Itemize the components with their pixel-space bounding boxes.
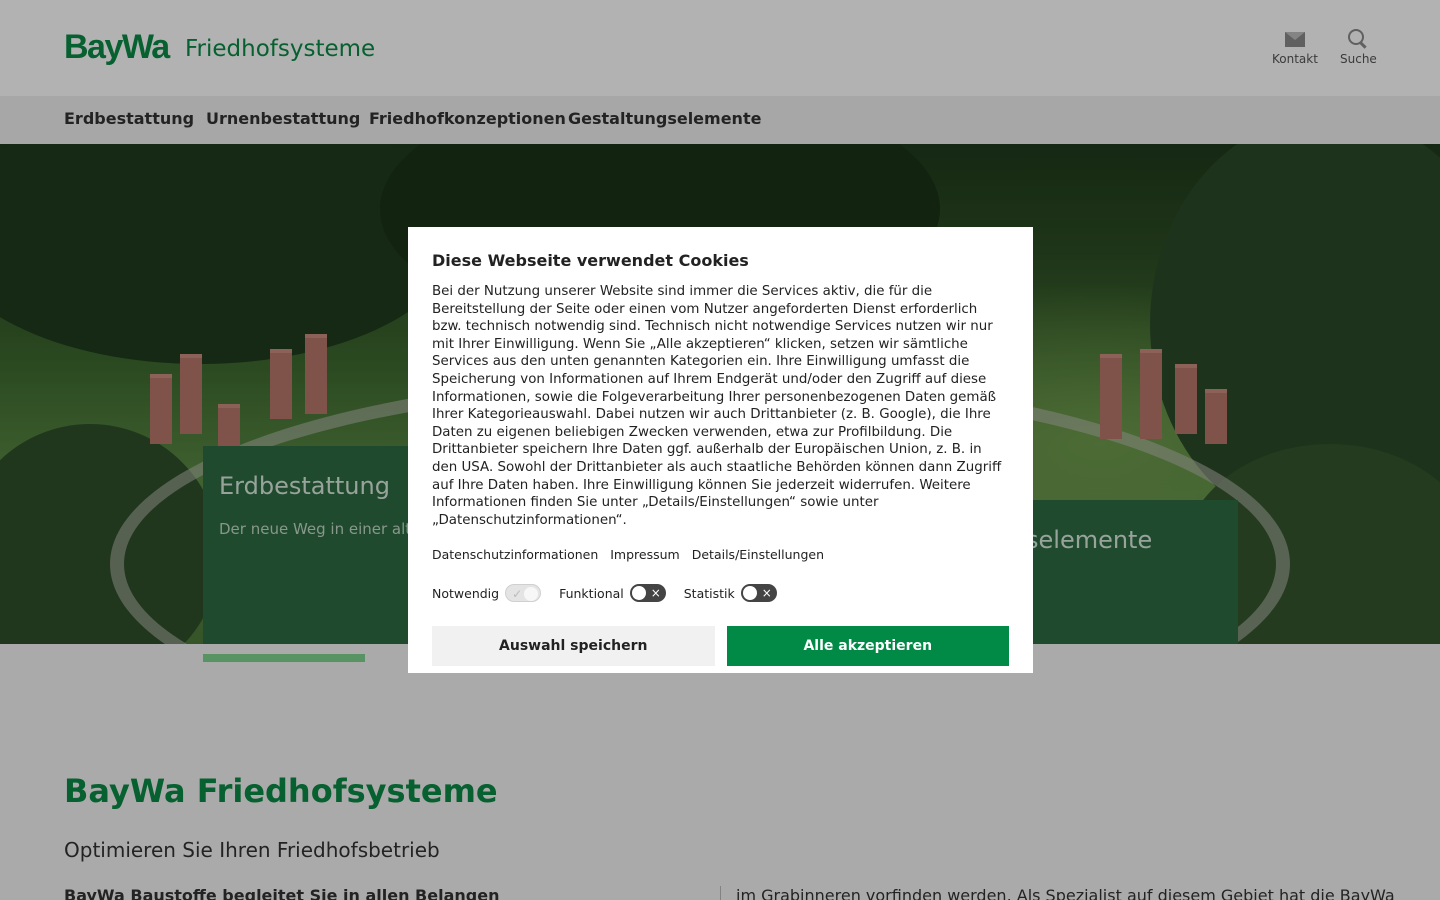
cookie-dialog-links: Datenschutzinformationen Impressum Detai… xyxy=(432,547,1009,562)
datenschutz-link[interactable]: Datenschutzinformationen xyxy=(432,547,598,562)
toggle-knob xyxy=(742,586,757,601)
check-icon: ✓ xyxy=(512,587,523,602)
funktional-label: Funktional xyxy=(559,585,624,601)
notwendig-toggle: ✓ xyxy=(505,584,542,603)
toggle-knob xyxy=(631,586,646,601)
close-icon: × xyxy=(650,586,661,601)
statistik-toggle[interactable]: × xyxy=(740,584,777,603)
toggle-knob xyxy=(524,587,539,602)
funktional-toggle[interactable]: × xyxy=(629,584,666,603)
cookie-dialog-buttons: Auswahl speichern Alle akzeptieren xyxy=(432,626,1009,667)
cookie-dialog-body: Bei der Nutzung unserer Website sind imm… xyxy=(432,284,1002,528)
close-icon: × xyxy=(761,586,772,601)
accept-all-button[interactable]: Alle akzeptieren xyxy=(726,626,1009,667)
notwendig-label: Notwendig xyxy=(432,585,500,601)
statistik-label: Statistik xyxy=(683,585,735,601)
impressum-link[interactable]: Impressum xyxy=(610,547,679,562)
cookie-category-toggles: Notwendig ✓ Funktional × Statistik × xyxy=(432,584,1009,603)
cookie-dialog-title: Diese Webseite verwendet Cookies xyxy=(432,251,749,270)
details-link[interactable]: Details/Einstellungen xyxy=(692,547,824,562)
cookie-consent-dialog: Diese Webseite verwendet Cookies Bei der… xyxy=(408,227,1033,673)
save-selection-button[interactable]: Auswahl speichern xyxy=(432,626,715,667)
